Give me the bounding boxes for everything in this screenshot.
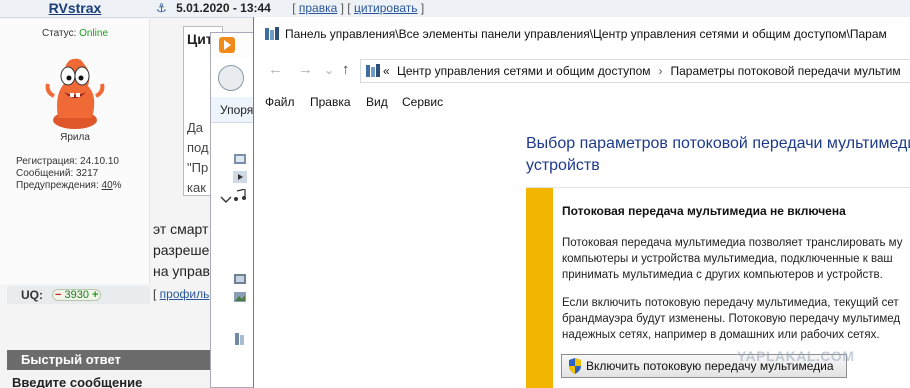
- playlist-icon[interactable]: [233, 171, 247, 183]
- control-panel-icon: [265, 27, 279, 40]
- message-count: Сообщений: 3217: [16, 168, 99, 179]
- online-status: Online: [79, 28, 109, 39]
- post-header: RVstrax ⚓ 5.01.2020 - 13:44 [ правка ] […: [0, 0, 910, 18]
- uq-label: UQ:: [21, 288, 43, 302]
- menu-service[interactable]: Сервис: [402, 95, 443, 109]
- user-info-panel: Статус: Online Ярила Регистрация: 24.10.…: [0, 19, 150, 284]
- pictures-icon[interactable]: [233, 291, 247, 303]
- other-libraries-icon[interactable]: [233, 333, 247, 345]
- address-chevron[interactable]: «: [383, 60, 390, 82]
- quote-link[interactable]: цитировать: [354, 1, 418, 15]
- user-stats: Регистрация: 24.10.10 Сообщений: 3217 Пр…: [16, 156, 122, 192]
- enter-message-label: Введите сообщение: [7, 372, 210, 388]
- breadcrumb-network-center[interactable]: Центр управления сетями и общим доступом: [397, 64, 651, 78]
- quote-text: Да под "Пр как: [187, 120, 209, 195]
- uq-rating-row: UQ: − 3930 +: [7, 286, 150, 304]
- chevron-down-icon[interactable]: [219, 193, 233, 205]
- anchor-icon[interactable]: ⚓: [156, 1, 167, 15]
- control-panel-titlebar[interactable]: Панель управления\Все элементы панели уп…: [254, 17, 910, 51]
- uq-value: 3930: [64, 289, 89, 301]
- warning-stripe: [526, 188, 553, 388]
- back-button[interactable]: [218, 65, 244, 91]
- quick-reply-header[interactable]: Быстрый ответ: [7, 350, 210, 370]
- menu-file[interactable]: Файл: [265, 95, 295, 109]
- panel-description: Потоковая передача мультимедиа позволяет…: [562, 237, 903, 281]
- media-player-icon: [219, 37, 235, 53]
- post-date: 5.01.2020 - 13:44: [176, 1, 271, 15]
- registration-date: Регистрация: 24.10.10: [16, 156, 119, 167]
- uq-badge: − 3930 +: [52, 289, 102, 301]
- menu-bar: Файл Правка Вид Сервис: [254, 91, 910, 115]
- user-rank: Ярила: [60, 132, 90, 143]
- uq-minus-button[interactable]: −: [55, 289, 61, 301]
- back-arrow-icon[interactable]: ←: [268, 61, 283, 79]
- quote-title: Цит: [187, 31, 213, 47]
- watermark: YAPLAKAL.COM: [737, 348, 855, 364]
- user-status: Статус: Online: [41, 28, 109, 39]
- control-panel-window[interactable]: Панель управления\Все элементы панели уп…: [253, 17, 910, 388]
- page-title: Выбор параметров потоковой передачи муль…: [526, 135, 910, 174]
- address-bar[interactable]: « Центр управления сетями и общим доступ…: [360, 59, 910, 83]
- recent-pages-icon[interactable]: ⌄: [324, 61, 334, 79]
- profile-link[interactable]: профиль: [160, 287, 210, 301]
- panel-title: Потоковая передача мультимедиа не включе…: [562, 204, 846, 218]
- menu-edit[interactable]: Правка: [310, 95, 351, 109]
- navigation-bar: ← → ⌄ ↑ « Центр управления сетями и общи…: [254, 51, 910, 91]
- avatar[interactable]: [40, 52, 110, 130]
- breadcrumb-streaming-settings[interactable]: Параметры потоковой передачи мультим: [671, 64, 901, 78]
- warnings: Предупреждения: 40%: [16, 180, 122, 191]
- shield-icon: [569, 358, 581, 374]
- up-arrow-icon[interactable]: ↑: [342, 61, 350, 79]
- post-meta: ⚓ 5.01.2020 - 13:44 [ правка ] [ цитиров…: [156, 1, 425, 15]
- video-icon[interactable]: [233, 273, 247, 285]
- panel-warning-text: Если включить потоковую передачу мультим…: [562, 297, 901, 341]
- breadcrumb-separator[interactable]: ›: [659, 64, 663, 78]
- username-link[interactable]: RVstrax: [0, 0, 150, 18]
- window-title: Панель управления\Все элементы панели уп…: [285, 27, 887, 41]
- forward-arrow-icon[interactable]: →: [298, 61, 313, 79]
- address-control-panel-icon: [366, 64, 380, 77]
- library-icon[interactable]: [233, 153, 247, 165]
- music-icon[interactable]: [233, 189, 247, 201]
- uq-plus-button[interactable]: +: [92, 289, 98, 301]
- profile-link-wrap: [ профиль: [153, 287, 210, 301]
- warnings-link[interactable]: 40: [102, 180, 113, 191]
- post-body: эт смарт разреше на управ: [153, 221, 210, 279]
- menu-view[interactable]: Вид: [366, 95, 388, 109]
- edit-link[interactable]: правка: [299, 1, 337, 15]
